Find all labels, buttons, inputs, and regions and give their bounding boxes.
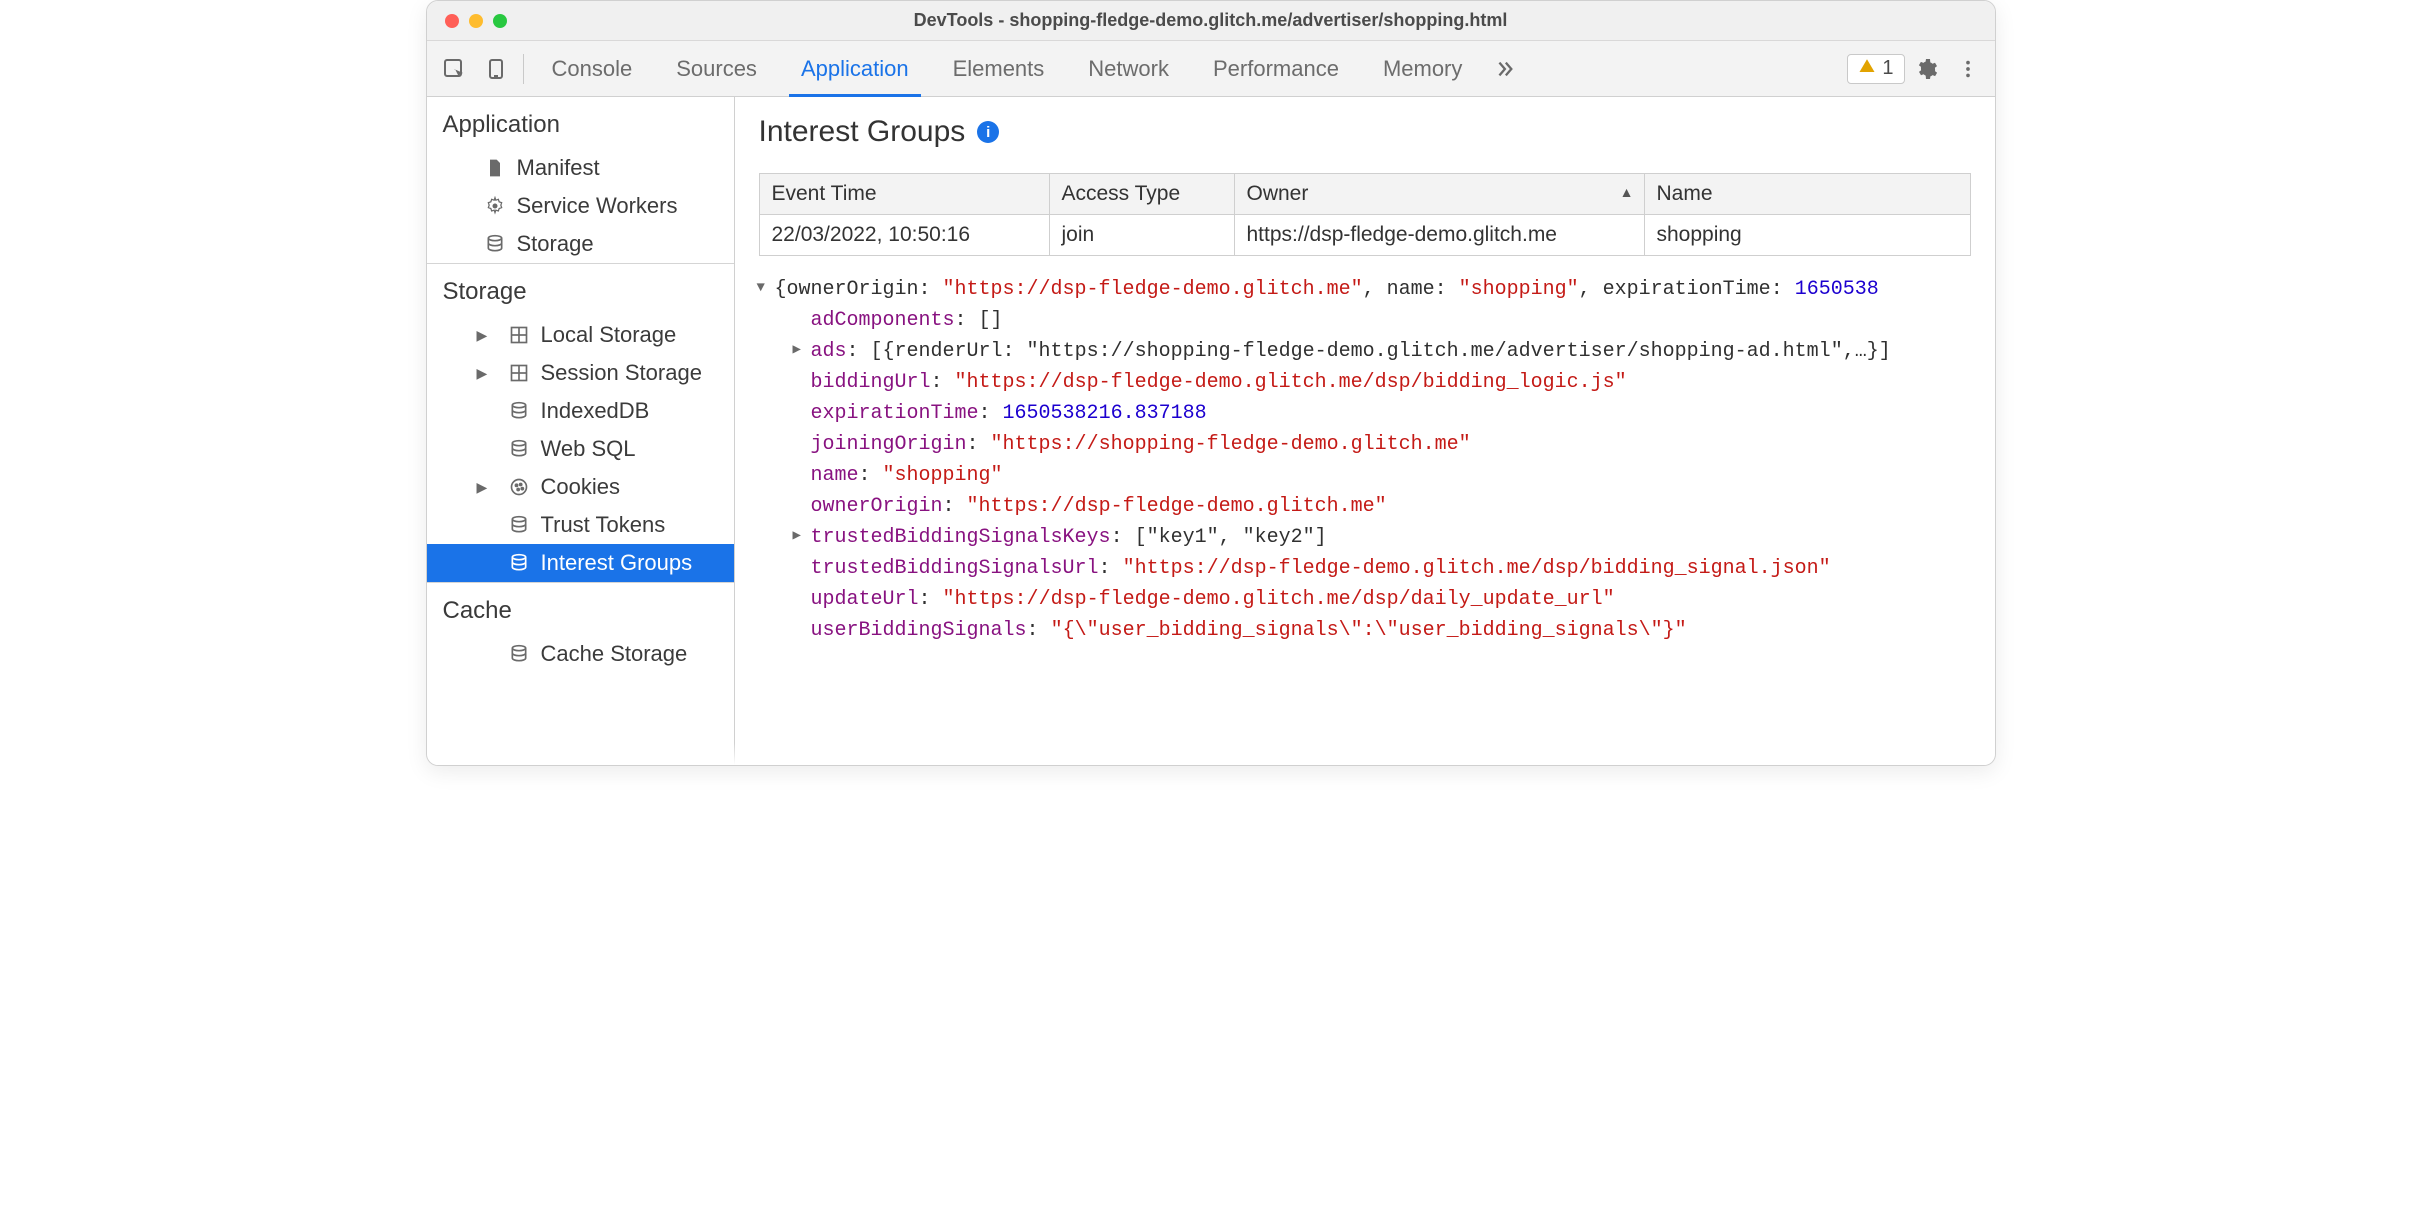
grid-icon [507,363,531,383]
sidebar-item-label: Session Storage [541,360,702,386]
sidebar-item-websql[interactable]: Web SQL [427,430,734,468]
main-panel: Interest Groups i Event Time Access Type… [735,97,1995,765]
tab-network[interactable]: Network [1066,41,1191,97]
grid-icon [507,325,531,345]
sidebar-item-storage-overview[interactable]: Storage [427,225,734,263]
database-icon [483,234,507,254]
col-owner[interactable]: Owner▲ [1234,174,1644,215]
tab-elements[interactable]: Elements [931,41,1067,97]
main-toolbar: Console Sources Application Elements Net… [427,41,1995,97]
tab-sources[interactable]: Sources [654,41,779,97]
titlebar: DevTools - shopping-fledge-demo.glitch.m… [427,1,1995,41]
col-access-type[interactable]: Access Type [1049,174,1234,215]
close-window-button[interactable] [445,14,459,28]
database-icon [507,401,531,421]
tab-label: Elements [953,56,1045,82]
sidebar-item-cookies[interactable]: ▶ Cookies [427,468,734,506]
tab-application[interactable]: Application [779,41,931,97]
tab-label: Console [552,56,633,82]
devtools-window: DevTools - shopping-fledge-demo.glitch.m… [426,0,1996,766]
events-table: Event Time Access Type Owner▲ Name 22/03… [759,173,1971,256]
chevron-right-icon[interactable]: ▶ [793,340,811,362]
database-icon [507,553,531,573]
sidebar-item-label: Trust Tokens [541,512,666,538]
sidebar-item-label: Cookies [541,474,620,500]
sidebar-section-cache: Cache [427,583,734,635]
sidebar-item-label: Storage [517,231,594,257]
sidebar-item-label: Manifest [517,155,600,181]
tab-performance[interactable]: Performance [1191,41,1361,97]
sort-indicator-icon: ▲ [1620,184,1634,200]
object-viewer[interactable]: ▼{ownerOrigin: "https://dsp-fledge-demo.… [735,256,1995,656]
sidebar-item-label: IndexedDB [541,398,650,424]
cell-access-type: join [1049,215,1234,256]
database-icon [507,515,531,535]
tab-label: Performance [1213,56,1339,82]
more-options-button[interactable] [1947,48,1989,90]
table-row[interactable]: 22/03/2022, 10:50:16 join https://dsp-fl… [759,215,1970,256]
tab-label: Sources [676,56,757,82]
toolbar-divider [523,54,524,84]
issues-badge[interactable]: 1 [1847,54,1904,84]
panel-title: Interest Groups [759,115,966,149]
window-controls [427,14,507,28]
tab-label: Memory [1383,56,1462,82]
gear-icon [483,196,507,216]
chevron-down-icon[interactable]: ▼ [757,278,775,300]
cookie-icon [507,477,531,497]
database-icon [507,439,531,459]
cell-event-time: 22/03/2022, 10:50:16 [759,215,1049,256]
panel-tabs: Console Sources Application Elements Net… [530,41,1525,97]
file-icon [483,158,507,178]
sidebar-item-label: Cache Storage [541,641,688,667]
window-title: DevTools - shopping-fledge-demo.glitch.m… [427,10,1995,31]
chevron-right-icon: ▶ [477,327,488,344]
tab-label: Network [1088,56,1169,82]
cell-owner: https://dsp-fledge-demo.glitch.me [1234,215,1644,256]
database-icon [507,644,531,664]
info-icon[interactable]: i [977,121,999,143]
device-toolbar-button[interactable] [475,48,517,90]
sidebar-item-trust-tokens[interactable]: Trust Tokens [427,506,734,544]
sidebar-section-storage: Storage [427,264,734,316]
sidebar-item-cache-storage[interactable]: Cache Storage [427,635,734,673]
sidebar-item-service-workers[interactable]: Service Workers [427,187,734,225]
sidebar-item-manifest[interactable]: Manifest [427,149,734,187]
chevron-right-icon: ▶ [477,479,488,496]
sidebar-section-application: Application [427,97,734,149]
sidebar-item-label: Local Storage [541,322,677,348]
chevron-right-icon: ▶ [477,365,488,382]
warning-count: 1 [1882,57,1893,80]
zoom-window-button[interactable] [493,14,507,28]
inspect-element-button[interactable] [433,48,475,90]
sidebar-item-label: Service Workers [517,193,678,219]
sidebar-item-session-storage[interactable]: ▶ Session Storage [427,354,734,392]
sidebar-item-label: Interest Groups [541,550,693,576]
tab-memory[interactable]: Memory [1361,41,1484,97]
settings-button[interactable] [1905,48,1947,90]
sidebar-item-label: Web SQL [541,436,636,462]
cell-name: shopping [1644,215,1970,256]
sidebar-item-interest-groups[interactable]: Interest Groups [427,544,734,582]
sidebar-item-indexeddb[interactable]: IndexedDB [427,392,734,430]
table-header-row: Event Time Access Type Owner▲ Name [759,174,1970,215]
tab-label: Application [801,56,909,82]
chevron-right-icon[interactable]: ▶ [793,526,811,548]
tab-console[interactable]: Console [530,41,655,97]
application-sidebar: Application Manifest Service Workers Sto… [427,97,735,765]
panel-heading: Interest Groups i [735,97,1995,153]
more-tabs-button[interactable] [1484,41,1524,97]
col-name[interactable]: Name [1644,174,1970,215]
warning-icon [1858,57,1876,81]
col-event-time[interactable]: Event Time [759,174,1049,215]
sidebar-item-local-storage[interactable]: ▶ Local Storage [427,316,734,354]
minimize-window-button[interactable] [469,14,483,28]
